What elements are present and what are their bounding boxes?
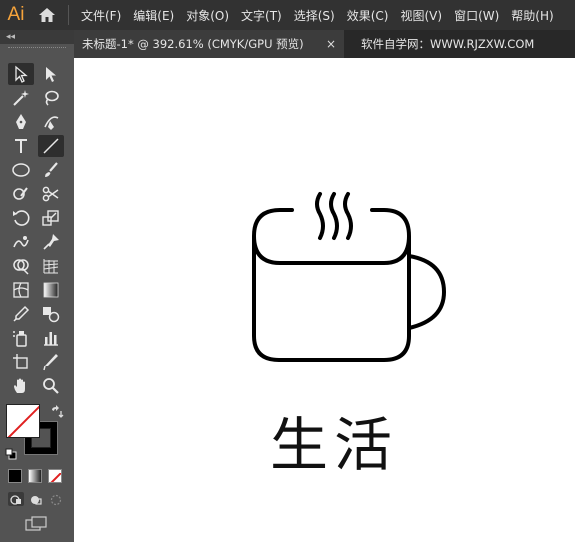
- hand-tool-icon[interactable]: [8, 375, 34, 397]
- direct-selection-tool-icon[interactable]: [38, 63, 64, 85]
- menu-bar: Ai 文件(F) 编辑(E) 对象(O) 文字(T) 选择(S) 效果(C) 视…: [0, 0, 575, 30]
- draw-behind-icon[interactable]: [28, 492, 44, 506]
- document-tabs: 未标题-1* @ 392.61% (CMYK/GPU 预览) × 软件自学网：W…: [74, 30, 575, 58]
- zoom-tool-icon[interactable]: [38, 375, 64, 397]
- close-icon[interactable]: ×: [326, 37, 336, 51]
- fill-swatch-none[interactable]: [6, 404, 40, 438]
- menu-window[interactable]: 窗口(W): [454, 7, 499, 24]
- line-segment-tool-icon[interactable]: [38, 135, 64, 157]
- scale-tool-icon[interactable]: [38, 207, 64, 229]
- scissors-tool-icon[interactable]: [38, 183, 64, 205]
- tools-panel: ◂◂: [0, 30, 74, 542]
- menu-file[interactable]: 文件(F): [81, 7, 121, 24]
- selection-tool-icon[interactable]: [8, 63, 34, 85]
- app-logo: Ai: [7, 4, 25, 25]
- shape-builder-tool-icon[interactable]: [8, 255, 34, 277]
- menu-select[interactable]: 选择(S): [294, 7, 335, 24]
- panel-grip[interactable]: [8, 47, 66, 56]
- draw-normal-icon[interactable]: [8, 492, 24, 506]
- lasso-tool-icon[interactable]: [38, 87, 64, 109]
- menu-type[interactable]: 文字(T): [241, 7, 282, 24]
- puppet-warp-tool-icon[interactable]: [38, 231, 64, 253]
- artboard-canvas[interactable]: 生活: [74, 58, 575, 542]
- column-graph-tool-icon[interactable]: [38, 327, 64, 349]
- symbol-sprayer-tool-icon[interactable]: [8, 327, 34, 349]
- menu-help[interactable]: 帮助(H): [511, 7, 553, 24]
- paintbrush-tool-icon[interactable]: [38, 159, 64, 181]
- menu-divider: [68, 5, 69, 25]
- warp-tool-icon[interactable]: [8, 231, 34, 253]
- type-tool-icon[interactable]: [8, 135, 34, 157]
- blend-tool-icon[interactable]: [38, 303, 64, 325]
- artboard-tool-icon[interactable]: [8, 351, 34, 373]
- none-mode-button[interactable]: [48, 469, 62, 483]
- draw-inside-icon[interactable]: [48, 492, 64, 506]
- slice-tool-icon[interactable]: [38, 351, 64, 373]
- menu-effect[interactable]: 效果(C): [347, 7, 389, 24]
- menu-view[interactable]: 视图(V): [400, 7, 442, 24]
- color-mode-button[interactable]: [8, 469, 22, 483]
- default-colors-icon[interactable]: [5, 445, 17, 460]
- tab-second[interactable]: 软件自学网：WWW.RJZXW.COM: [344, 30, 534, 58]
- tab-document[interactable]: 未标题-1* @ 392.61% (CMYK/GPU 预览) ×: [74, 30, 344, 58]
- menu-object[interactable]: 对象(O): [186, 7, 229, 24]
- ellipse-tool-icon[interactable]: [8, 159, 34, 181]
- tab-document-title: 未标题-1* @ 392.61% (CMYK/GPU 预览): [82, 37, 304, 51]
- swap-fill-stroke-icon[interactable]: [50, 404, 64, 418]
- curvature-tool-icon[interactable]: [38, 111, 64, 133]
- tab-second-title: 软件自学网：WWW.RJZXW.COM: [361, 37, 535, 51]
- perspective-grid-tool-icon[interactable]: [38, 255, 64, 277]
- rotate-tool-icon[interactable]: [8, 207, 34, 229]
- mesh-tool-icon[interactable]: [8, 279, 34, 301]
- home-icon[interactable]: [32, 0, 62, 30]
- panel-collapse-button[interactable]: ◂◂: [0, 30, 74, 44]
- pen-tool-icon[interactable]: [8, 111, 34, 133]
- gradient-tool-icon[interactable]: [38, 279, 64, 301]
- shaper-tool-icon[interactable]: [8, 183, 34, 205]
- menu-items: 文件(F) 编辑(E) 对象(O) 文字(T) 选择(S) 效果(C) 视图(V…: [81, 7, 566, 24]
- screen-mode-icon[interactable]: [24, 515, 48, 533]
- gradient-mode-button[interactable]: [28, 469, 42, 483]
- magic-wand-tool-icon[interactable]: [8, 87, 34, 109]
- artwork-label[interactable]: 生活: [264, 398, 404, 482]
- menu-edit[interactable]: 编辑(E): [133, 7, 174, 24]
- eyedropper-tool-icon[interactable]: [8, 303, 34, 325]
